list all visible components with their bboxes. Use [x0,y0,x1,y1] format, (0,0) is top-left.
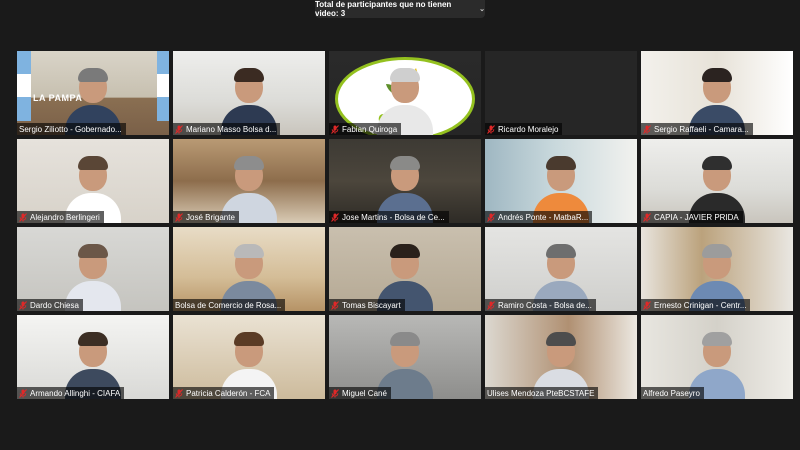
participant-name: Ulises Mendoza PteBCSTAFE [487,388,595,398]
participant-tile[interactable]: Dardo Chiesa [17,227,169,311]
participant-tile[interactable]: Ernesto Crinigan - Centr... [641,227,793,311]
participant-name: CAPIA - JAVIER PRIDA [654,212,739,222]
participant-name: Mariano Masso Bolsa d... [186,124,277,134]
participant-tile[interactable]: Ricardo Moralejo [485,51,637,135]
participant-tile[interactable]: José Brigante [173,139,325,223]
participant-name: Sergio Ziliotto - Gobernado... [19,124,122,134]
participant-nameplate: Sergio Ziliotto - Gobernado... [17,123,126,135]
mic-muted-icon [175,212,183,222]
participant-nameplate: Jose Martins - Bolsa de Ce... [329,211,449,223]
participant-nameplate: CAPIA - JAVIER PRIDA [641,211,743,223]
participant-tile[interactable]: Miguel Cané [329,315,481,399]
banner-label: Total de participantes que no tienen vid… [315,0,452,18]
gallery-view-grid: LA PAMPA Sergio Ziliotto - Gobernado... Ma… [17,51,793,399]
participant-name: Ernesto Crinigan - Centr... [654,300,747,310]
participant-tile[interactable]: Sergio Raffaeli - Camara... [641,51,793,135]
mic-muted-icon [643,124,651,134]
participant-nameplate: Ricardo Moralejo [485,123,563,135]
mic-muted-icon [487,300,495,310]
mic-muted-icon [19,300,27,310]
participant-nameplate: José Brigante [173,211,239,223]
participant-tile[interactable]: Ramiro Costa - Bolsa de... [485,227,637,311]
participant-nameplate: Miguel Cané [329,387,391,399]
participant-tile[interactable]: cafeFabian Quiroga [329,51,481,135]
mic-muted-icon [19,212,27,222]
participant-name: Ricardo Moralejo [498,124,559,134]
participant-tile[interactable]: Tomas Biscayart [329,227,481,311]
participant-nameplate: Bolsa de Comercio de Rosa... [173,299,286,311]
mic-muted-icon [331,300,339,310]
participant-name: Dardo Chiesa [30,300,79,310]
participant-name: Alejandro Berlingeri [30,212,100,222]
participant-tile[interactable]: CAPIA - JAVIER PRIDA [641,139,793,223]
participant-name: Sergio Raffaeli - Camara... [654,124,749,134]
mic-muted-icon [175,388,183,398]
participant-name: Ramiro Costa - Bolsa de... [498,300,592,310]
participant-name: Miguel Cané [342,388,387,398]
mic-muted-icon [487,124,495,134]
participant-name: Jose Martins - Bolsa de Ce... [342,212,445,222]
mic-muted-icon [643,300,651,310]
mic-muted-icon [643,212,651,222]
participants-without-video-banner[interactable]: Total de participantes que no tienen vid… [315,0,485,18]
participant-name: Tomas Biscayart [342,300,401,310]
participant-nameplate: Andrés Ponte - MatbaR... [485,211,593,223]
flag-right [157,51,169,121]
participant-nameplate: Alejandro Berlingeri [17,211,104,223]
participant-tile[interactable]: LA PAMPA Sergio Ziliotto - Gobernado... [17,51,169,135]
participant-tile[interactable]: Mariano Masso Bolsa d... [173,51,325,135]
participant-nameplate: Ulises Mendoza PteBCSTAFE [485,387,599,399]
participant-tile[interactable]: Bolsa de Comercio de Rosa... [173,227,325,311]
participant-nameplate: Mariano Masso Bolsa d... [173,123,281,135]
mic-muted-icon [331,124,339,134]
participant-name: Alfredo Paseyro [643,388,700,398]
participant-nameplate: Fabian Quiroga [329,123,402,135]
participant-nameplate: Alfredo Paseyro [641,387,704,399]
participant-tile[interactable]: Jose Martins - Bolsa de Ce... [329,139,481,223]
mic-muted-icon [331,388,339,398]
participant-nameplate: Sergio Raffaeli - Camara... [641,123,753,135]
participant-nameplate: Tomas Biscayart [329,299,405,311]
participant-name: Armando Allinghi - CIAFA [30,388,121,398]
participant-tile[interactable]: Patricia Calderón - FCA [173,315,325,399]
participant-name: José Brigante [186,212,235,222]
participant-nameplate: Dardo Chiesa [17,299,83,311]
participant-nameplate: Ernesto Crinigan - Centr... [641,299,751,311]
participant-nameplate: Armando Allinghi - CIAFA [17,387,125,399]
participant-name: Patricia Calderón - FCA [186,388,271,398]
participant-tile[interactable]: Alfredo Paseyro [641,315,793,399]
participant-nameplate: Patricia Calderón - FCA [173,387,275,399]
participant-tile[interactable]: Ulises Mendoza PteBCSTAFE [485,315,637,399]
mic-muted-icon [487,212,495,222]
participant-name: Andrés Ponte - MatbaR... [498,212,589,222]
participant-nameplate: Ramiro Costa - Bolsa de... [485,299,596,311]
flag-left [17,51,31,121]
mic-muted-icon [331,212,339,222]
participant-tile[interactable]: Andrés Ponte - MatbaR... [485,139,637,223]
participant-name: Bolsa de Comercio de Rosa... [175,300,282,310]
participant-tile[interactable]: Alejandro Berlingeri [17,139,169,223]
participant-tile[interactable]: Armando Allinghi - CIAFA [17,315,169,399]
mic-muted-icon [19,388,27,398]
participant-name: Fabian Quiroga [342,124,398,134]
chevron-down-icon[interactable]: ⌄ [479,5,485,13]
mic-muted-icon [175,124,183,134]
